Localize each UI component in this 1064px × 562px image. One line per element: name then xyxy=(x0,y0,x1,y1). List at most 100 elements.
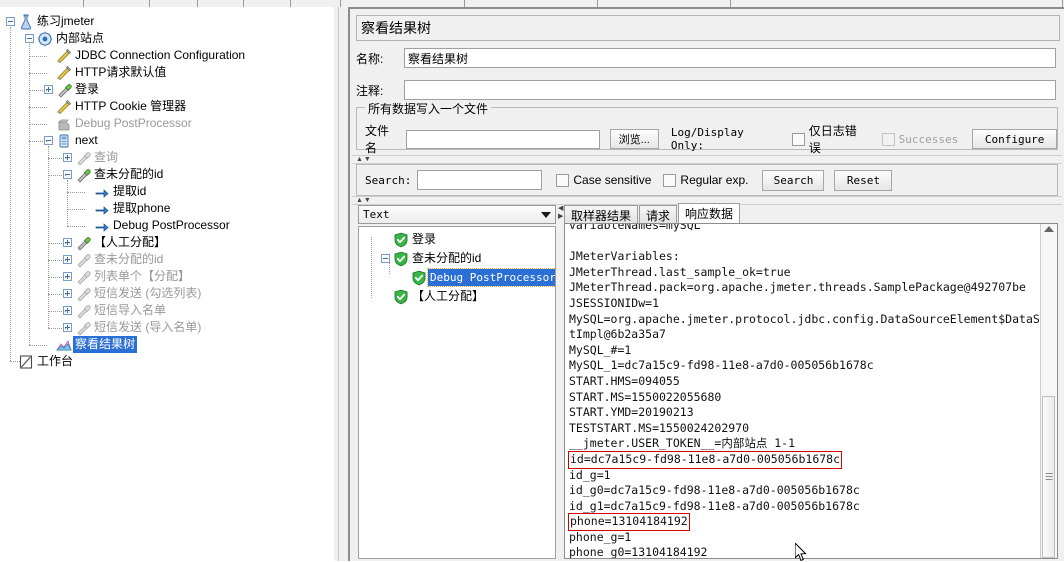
reset-button[interactable]: Reset xyxy=(834,169,893,191)
response-line: phone_g0=13104184192 xyxy=(569,545,708,558)
search-bar: Search: Case sensitive Regular exp. Sear… xyxy=(356,164,1058,196)
response-line: START.MS=1550022055680 xyxy=(569,389,722,404)
successes-label: Successes xyxy=(898,132,959,146)
extractor-icon xyxy=(95,222,109,232)
tree-item[interactable]: 查未分配的id xyxy=(63,166,163,183)
tree-item[interactable]: 察看结果树 xyxy=(44,336,138,353)
tree-item-label: 短信发送 (勾选列表) xyxy=(94,286,202,300)
test-plan-tree-panel[interactable]: 练习jmeter 内部站点 JDBC Connection Configuratio… xyxy=(0,7,334,561)
tree-item[interactable]: HTTP请求默认值 xyxy=(44,64,166,81)
highlighted-value: id=dc7a15c9-fd98-11e8-a7d0-005056b1678c xyxy=(567,450,843,469)
response-line: id_g=1 xyxy=(569,467,611,482)
threadgroup-icon xyxy=(37,31,53,46)
group-legend: 所有数据写入一个文件 xyxy=(365,100,492,117)
tree-item[interactable]: Debug PostProcessor xyxy=(44,115,192,132)
name-input[interactable] xyxy=(404,48,1056,68)
tree-item[interactable]: 提取id xyxy=(82,183,146,200)
tree-item[interactable]: 查询 xyxy=(63,149,118,166)
render-type-value: Text xyxy=(363,208,390,221)
tree-item[interactable]: 列表单个【分配】 xyxy=(63,268,190,285)
search-button[interactable]: Search xyxy=(762,169,825,191)
tree-item-label: 提取phone xyxy=(113,201,171,215)
successes-checkbox[interactable] xyxy=(881,132,895,146)
search-label: Search: xyxy=(365,173,412,187)
write-results-to-file-group: 所有数据写入一个文件 文件名 浏览... Log/Display Only: 仅… xyxy=(356,100,1058,155)
tree-item[interactable]: 短信发送 (导入名单) xyxy=(63,319,201,336)
comment-input[interactable] xyxy=(404,80,1056,100)
filename-input[interactable] xyxy=(406,129,600,149)
tree-item[interactable]: 登录 xyxy=(44,81,99,98)
tree-item[interactable]: 内部站点 xyxy=(25,30,104,47)
sample-results-tree[interactable]: 登录查未分配的id Debug PostProcessor 【人工分配】 xyxy=(358,226,556,559)
response-line: TESTSTART.MS=1550024202970 xyxy=(569,420,750,435)
tree-item-label: 查未分配的id xyxy=(94,252,164,266)
tree-item[interactable]: JDBC Connection Configuration xyxy=(44,47,245,64)
chevron-down-icon xyxy=(541,211,551,218)
name-label: 名称: xyxy=(356,51,384,66)
tree-item[interactable]: 提取phone xyxy=(82,200,170,217)
vertical-splitter[interactable] xyxy=(334,7,348,561)
extractor-icon xyxy=(95,188,109,198)
success-icon xyxy=(412,270,426,285)
tree-item-label: 【人工分配】 xyxy=(94,235,167,249)
configure-button[interactable]: Configure xyxy=(972,129,1057,149)
postproc-disabled-icon xyxy=(58,119,70,130)
sampler-disabled-icon xyxy=(77,321,91,336)
tree-guide xyxy=(389,262,390,274)
result-tree-item[interactable]: 查未分配的id xyxy=(381,250,481,267)
tree-item-label: Debug PostProcessor xyxy=(75,116,192,130)
response-line: id_g0=dc7a15c9-fd98-11e8-a7d0-005056b167… xyxy=(569,483,860,498)
response-line: variableNames=mySQL xyxy=(569,224,701,232)
collapse-icon[interactable] xyxy=(6,17,15,26)
results-splitter[interactable]: ◀ ▶ xyxy=(557,205,564,559)
successes-checkbox-wrap[interactable]: Successes xyxy=(881,132,959,146)
response-body-text: variableNames=mySQL JMeterVariables: JMet… xyxy=(567,224,1039,558)
sampler-icon xyxy=(58,83,72,98)
filename-label: 文件名 xyxy=(365,124,390,155)
tree-guide xyxy=(48,146,49,328)
regular-exp-checkbox[interactable] xyxy=(663,173,677,187)
tree-item-label: 查询 xyxy=(94,150,119,164)
tree-item-label: HTTP Cookie 管理器 xyxy=(75,99,187,113)
result-tree-item[interactable]: Debug PostProcessor xyxy=(399,268,556,287)
response-tabs[interactable]: 取样器结果 请求 响应数据 xyxy=(564,203,741,224)
tree-item[interactable]: 查未分配的id xyxy=(63,251,163,268)
tree-item[interactable]: Debug PostProcessor xyxy=(82,217,230,234)
response-scrollbar[interactable] xyxy=(1040,224,1057,558)
tree-item[interactable]: 短信发送 (勾选列表) xyxy=(63,285,201,302)
search-input[interactable] xyxy=(417,170,543,190)
tree-item[interactable]: next xyxy=(44,132,98,149)
scrollbar-thumb[interactable] xyxy=(1042,396,1055,558)
result-tree-item[interactable]: 【人工分配】 xyxy=(381,288,484,305)
panel-title-bar: 察看结果树 xyxy=(356,15,1060,41)
response-line: MySQL_1=dc7a15c9-fd98-11e8-a7d0-005056b1… xyxy=(569,358,874,373)
tree-item-label: Debug PostProcessor xyxy=(113,218,230,232)
tab-sampler-result[interactable]: 取样器结果 xyxy=(564,205,639,224)
scroll-up-arrow-icon[interactable] xyxy=(1044,226,1054,232)
result-tree-item-label: Debug PostProcessor xyxy=(427,268,556,287)
tree-item[interactable]: 【人工分配】 xyxy=(63,234,166,251)
tree-guide xyxy=(67,226,85,227)
render-type-combo[interactable]: Text xyxy=(358,205,556,224)
controller-icon xyxy=(59,134,69,147)
tree-item[interactable]: 练习jmeter xyxy=(6,13,94,30)
tree-guide xyxy=(67,192,85,193)
tab-request[interactable]: 请求 xyxy=(639,205,678,224)
tree-guide xyxy=(29,141,47,142)
tree-item[interactable]: 短信导入名单 xyxy=(63,302,166,319)
horizontal-splitter-top[interactable]: ▲▼ xyxy=(352,155,1062,164)
case-sensitive-checkbox[interactable] xyxy=(556,173,570,187)
tree-item[interactable]: HTTP Cookie 管理器 xyxy=(44,98,186,115)
errors-only-checkbox-wrap[interactable]: 仅日志错误 xyxy=(791,122,868,156)
regular-exp-wrap[interactable]: Regular exp. xyxy=(663,173,748,187)
browse-button[interactable]: 浏览... xyxy=(609,129,659,149)
success-icon xyxy=(394,251,408,266)
result-tree-item[interactable]: 登录 xyxy=(381,231,436,248)
log-display-only-label: Log/Display Only: xyxy=(670,126,744,152)
tree-guide xyxy=(67,180,68,226)
errors-only-checkbox[interactable] xyxy=(791,132,805,146)
response-data-view[interactable]: variableNames=mySQL JMeterVariables: JMet… xyxy=(564,223,1058,559)
case-sensitive-wrap[interactable]: Case sensitive xyxy=(556,173,651,187)
tab-response-data[interactable]: 响应数据 xyxy=(678,203,741,224)
tree-item-label: HTTP请求默认值 xyxy=(75,65,167,79)
